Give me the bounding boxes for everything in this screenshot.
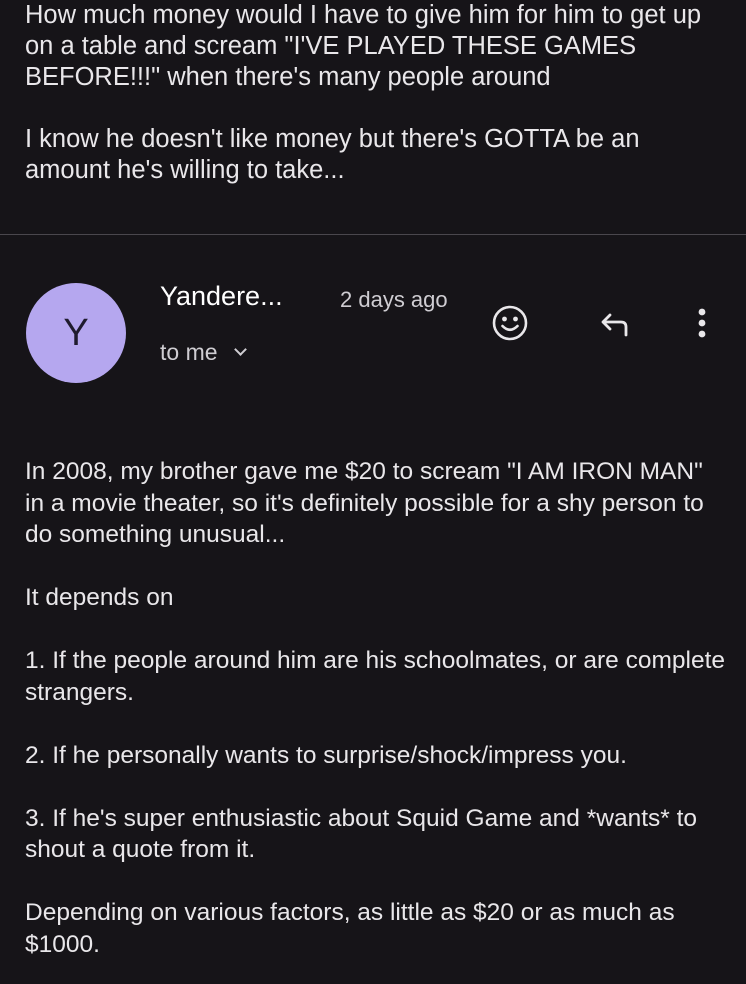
chevron-down-icon: [233, 343, 247, 356]
reply-body: In 2008, my brother gave me $20 to screa…: [25, 456, 725, 960]
list-item: 2. If he personally wants to surprise/sh…: [25, 741, 627, 769]
quoted-paragraph: I know he doesn't like money but there's…: [25, 125, 640, 184]
reply-button[interactable]: [592, 301, 636, 345]
sender-name[interactable]: Yandere...: [160, 281, 283, 312]
avatar[interactable]: Y: [26, 283, 126, 383]
reply-arrow-icon: [601, 313, 628, 337]
body-paragraph: In 2008, my brother gave me $20 to screa…: [25, 458, 704, 548]
more-vertical-icon: [698, 308, 706, 338]
body-paragraph: Depending on various factors, as little …: [25, 899, 675, 958]
add-reaction-button[interactable]: [488, 301, 532, 345]
recipient-label: to me: [160, 339, 218, 365]
list-item: 1. If the people around him are his scho…: [25, 647, 725, 706]
quoted-message: How much money would I have to give him …: [25, 0, 725, 186]
reply-header: Y Yandere... 2 days ago to me: [0, 235, 746, 415]
body-paragraph: It depends on: [25, 584, 174, 611]
quoted-paragraph: How much money would I have to give him …: [25, 1, 702, 91]
list-item: 3. If he's super enthusiastic about Squi…: [25, 804, 698, 864]
timestamp: 2 days ago: [340, 287, 448, 312]
smiley-face-icon: [492, 305, 528, 341]
recipient-details-toggle[interactable]: to me: [160, 339, 247, 366]
more-options-button[interactable]: [680, 301, 724, 345]
